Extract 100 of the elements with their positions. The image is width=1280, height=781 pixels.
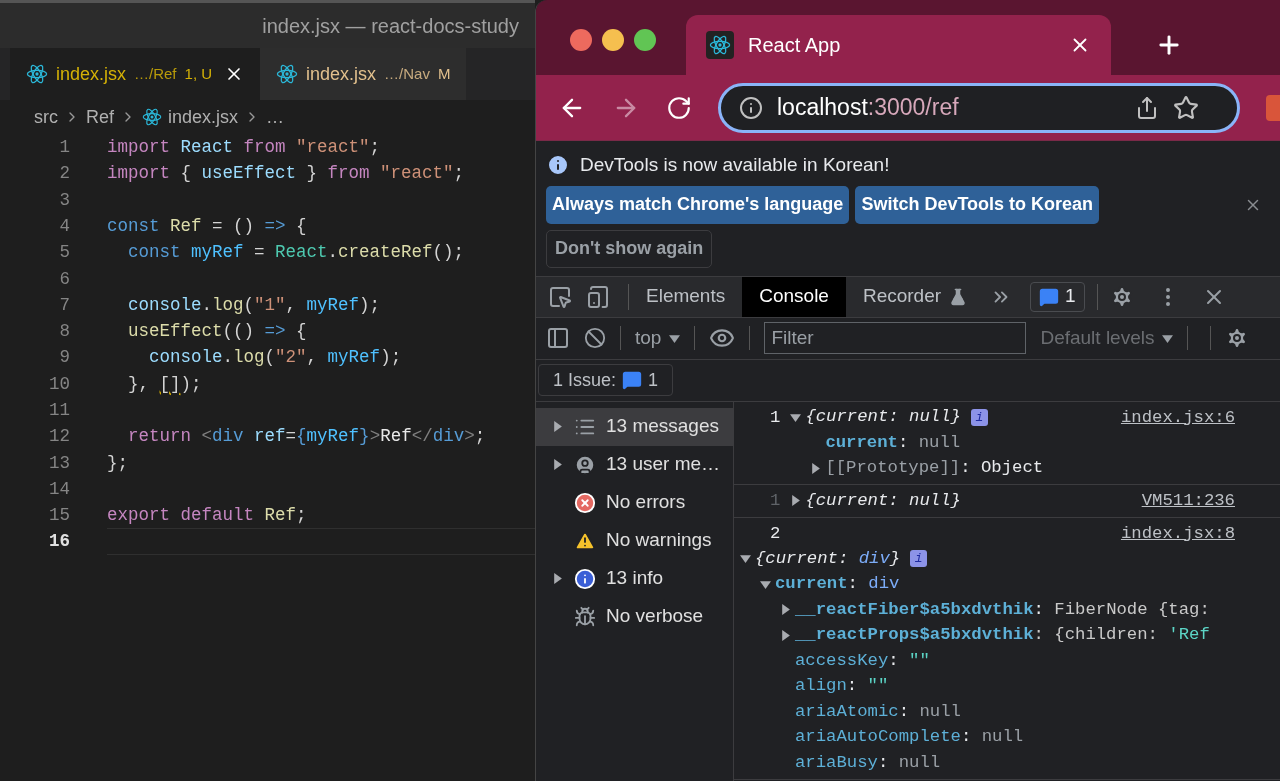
context-dropdown[interactable]: top	[635, 323, 681, 353]
sidebar-label: 13 messages	[606, 414, 719, 439]
sidebar-item[interactable]: No warnings	[536, 521, 733, 560]
minimize-window-button[interactable]	[602, 29, 624, 51]
devtools-tab[interactable]: Console	[742, 276, 846, 317]
breadcrumb-item[interactable]: src	[34, 103, 58, 131]
collapsed-triangle-icon[interactable]	[780, 604, 791, 616]
source-link[interactable]: VM511:236	[1141, 488, 1235, 514]
source-link[interactable]: index.jsx:8	[1120, 520, 1235, 546]
code-line: console.log("1", myRef);	[127, 293, 381, 317]
sidebar-label: No warnings	[606, 528, 712, 553]
code-line: import React from "react";	[107, 136, 381, 159]
object-property: __reactFiber$a5bxdvthik: FiberNode {tag:	[795, 598, 1210, 621]
tab-title: React App	[748, 33, 842, 58]
sidebar-label: 13 user me…	[606, 452, 721, 477]
sidebar-label: No errors	[606, 490, 686, 515]
code-line: console.log("2", myRef);	[148, 346, 402, 370]
info-icon	[574, 567, 596, 590]
object-property: current: null	[825, 431, 961, 454]
clear-console-icon[interactable]	[584, 327, 606, 349]
dropdown-caret-icon	[1162, 332, 1174, 344]
react-logo-icon	[276, 63, 299, 85]
tab-status: M	[437, 63, 451, 84]
devtools-tab[interactable]: Recorder	[845, 276, 985, 317]
tab-path: …/Nav	[384, 63, 430, 84]
tab-file-name: index.jsx	[56, 62, 127, 86]
collapsed-triangle-icon[interactable]	[552, 573, 563, 584]
line-number: 2	[58, 162, 70, 186]
breadcrumb-item[interactable]: index.jsx	[168, 103, 239, 131]
react-logo-icon	[26, 63, 48, 85]
expanded-triangle-icon[interactable]	[760, 578, 771, 590]
line-number: 1	[58, 136, 70, 159]
infobar-button[interactable]: Always match Chrome's language	[546, 185, 850, 224]
source-link[interactable]: index.jsx:6	[1120, 404, 1235, 430]
log-text: 1	[770, 490, 781, 512]
code-line: useEffect(() => {	[127, 320, 307, 344]
address-bar[interactable]: localhost:3000/ref	[718, 82, 1240, 133]
sidebar-item[interactable]: No errors	[536, 483, 733, 522]
react-logo-icon	[709, 34, 731, 56]
object-property: {current: null}	[805, 489, 961, 512]
editor-tab[interactable]: index.jsx …/Nav M	[260, 48, 467, 100]
inspect-icon[interactable]	[548, 284, 572, 309]
line-number: 5	[58, 241, 70, 265]
device-icon[interactable]	[586, 284, 610, 309]
sidebar-item[interactable]: 13 user me…	[536, 445, 733, 484]
sidebar-label: 13 info	[606, 566, 664, 591]
object-property: align: ""	[795, 675, 889, 698]
editor-tab[interactable]: index.jsx …/Ref 1, U	[10, 48, 261, 100]
breadcrumb-item[interactable]: Ref	[86, 103, 114, 131]
issues-counter[interactable]: 1	[1030, 281, 1085, 312]
issues-count: 1	[1065, 284, 1076, 309]
collapsed-triangle-icon[interactable]	[552, 421, 563, 432]
line-number: 3	[58, 188, 70, 212]
user-icon	[574, 453, 596, 476]
collapsed-triangle-icon[interactable]	[790, 495, 802, 507]
flask-icon	[949, 287, 968, 306]
sidebar-item[interactable]: 13 messages	[536, 407, 733, 446]
code-line: }, []);	[127, 372, 202, 396]
tab-path: …/Ref	[134, 63, 177, 84]
sidebar-item[interactable]: No verbose	[536, 597, 733, 636]
infobar-button[interactable]: Switch DevTools to Korean	[855, 185, 1100, 224]
window-title: index.jsx — react-docs-study	[262, 13, 519, 39]
line-number: 14	[48, 477, 70, 501]
tab-status: 1, U	[184, 63, 213, 84]
issues-button[interactable]: 1 Issue: 1	[538, 364, 674, 396]
line-number: 6	[58, 267, 70, 291]
info-badge[interactable]: i	[910, 550, 928, 568]
sidebar-item[interactable]: 13 info	[536, 559, 733, 598]
object-property: [[Prototype]]: Object	[825, 457, 1044, 480]
object-property: {current: null}	[805, 406, 961, 429]
tab-file-name: index.jsx	[306, 62, 377, 86]
collapsed-triangle-icon[interactable]	[780, 629, 791, 641]
sidebar-toggle-icon[interactable]	[546, 326, 570, 350]
object-property: {current: div}	[755, 547, 901, 570]
reload-icon[interactable]	[666, 94, 692, 121]
devtools-tab[interactable]: Elements	[629, 276, 743, 317]
info-icon	[739, 95, 763, 120]
object-property: ariaAtomic: null	[795, 700, 961, 723]
error-icon	[574, 491, 596, 514]
line-number: 10	[48, 372, 70, 396]
expanded-triangle-icon[interactable]	[790, 411, 802, 423]
log-text: 1	[770, 406, 781, 429]
collapsed-triangle-icon[interactable]	[552, 459, 563, 470]
line-number: 8	[58, 320, 70, 344]
dont-show-button[interactable]: Don't show again	[546, 229, 713, 268]
collapsed-triangle-icon[interactable]	[810, 462, 822, 474]
object-property: __reactProps$a5bxdvthik: {children: 'Ref	[795, 624, 1210, 647]
star-icon[interactable]	[1173, 94, 1199, 121]
maximize-window-button[interactable]	[634, 29, 656, 51]
object-property: ariaBusy: null	[795, 751, 941, 774]
info-badge[interactable]: i	[970, 408, 988, 426]
share-icon[interactable]	[1135, 95, 1159, 120]
filter-field[interactable]: Filter	[764, 322, 1027, 354]
browser-tab[interactable]: React App	[686, 15, 1111, 75]
message-icon	[622, 370, 643, 390]
close-window-button[interactable]	[570, 29, 592, 51]
breadcrumb-item[interactable]: …	[266, 103, 285, 131]
line-number: 12	[48, 425, 70, 449]
code-line: return <div ref={myRef}>Ref</div>;	[127, 425, 486, 449]
expanded-triangle-icon[interactable]	[740, 553, 751, 565]
